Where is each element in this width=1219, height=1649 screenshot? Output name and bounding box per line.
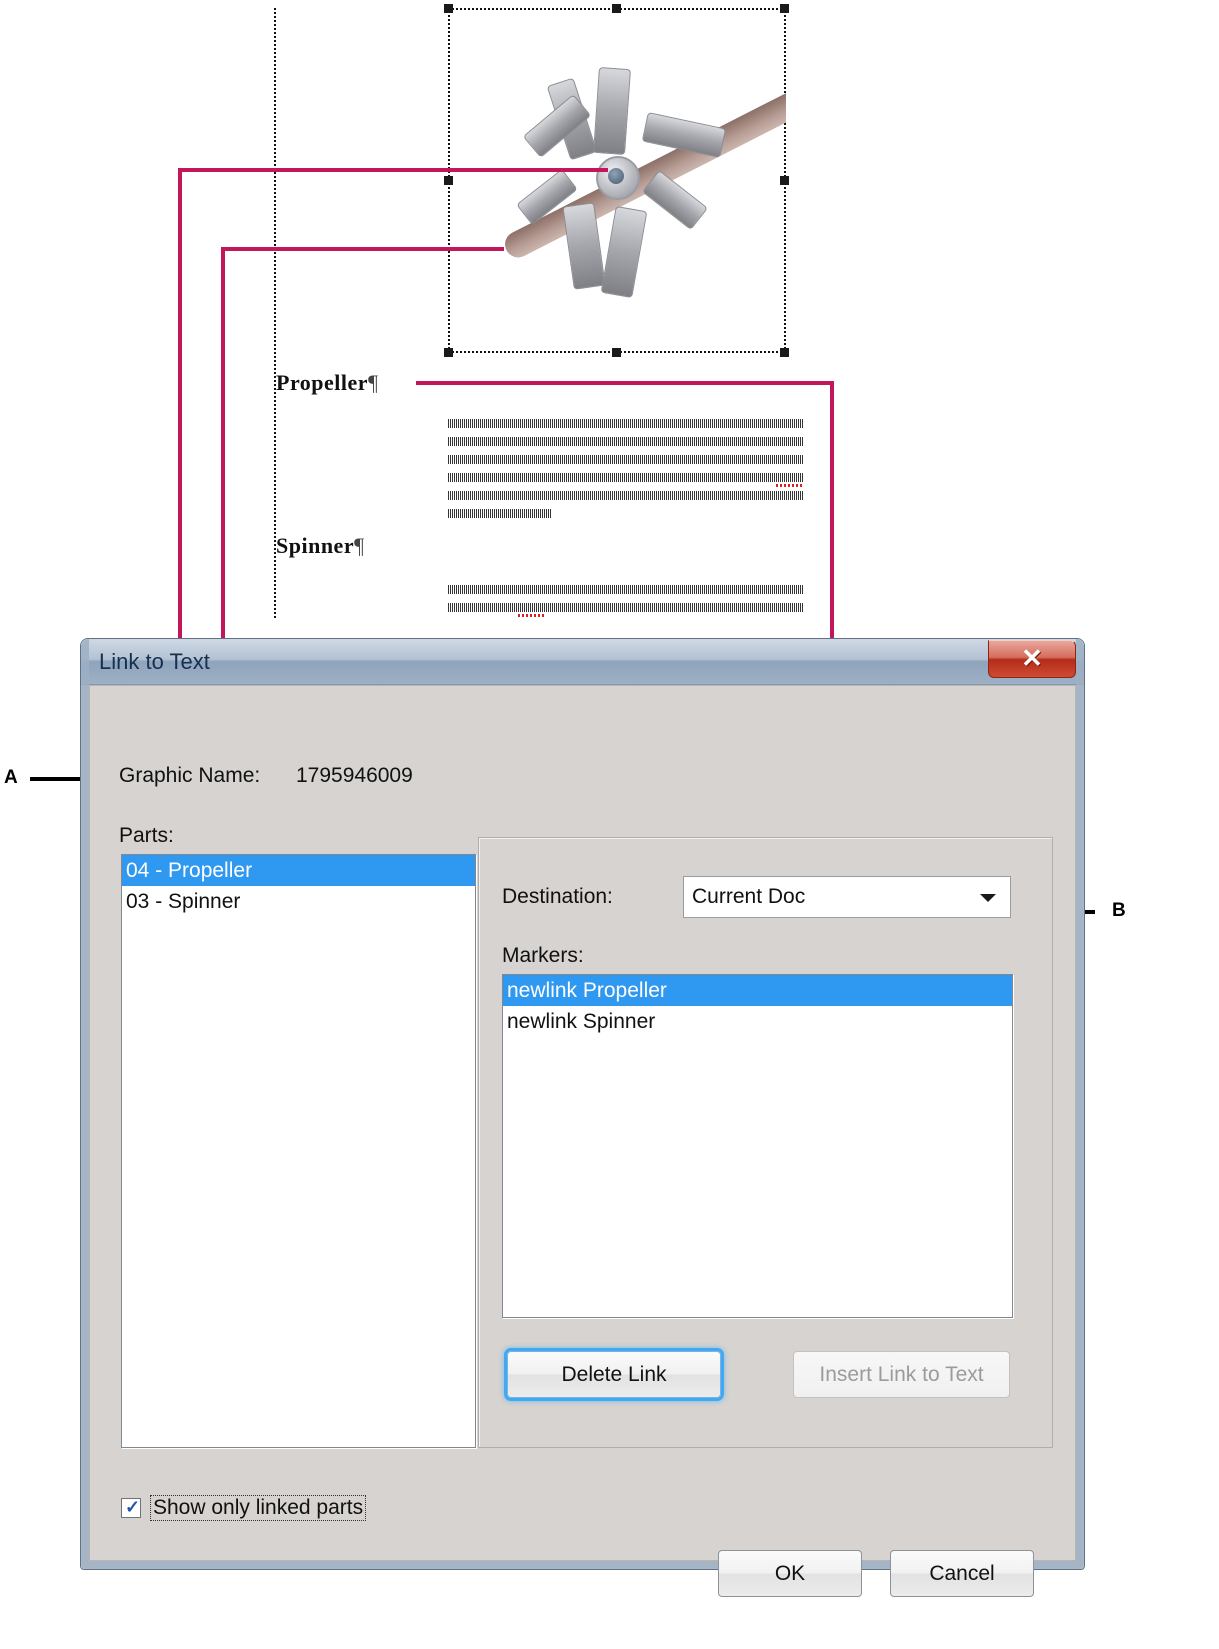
show-only-linked-parts-checkbox[interactable]: ✓ xyxy=(121,1497,141,1518)
cancel-button[interactable]: Cancel xyxy=(890,1550,1034,1597)
selection-handle-e[interactable] xyxy=(780,176,789,185)
insert-link-to-text-button[interactable]: Insert Link to Text xyxy=(793,1351,1010,1398)
heading-propeller: Propeller¶ xyxy=(276,370,379,396)
list-item[interactable]: 04 - Propeller xyxy=(122,855,475,886)
selection-handle-nw[interactable] xyxy=(444,4,453,13)
selection-handle-s[interactable] xyxy=(612,348,621,357)
selection-handle-w[interactable] xyxy=(444,176,453,185)
destination-value: Current Doc xyxy=(692,885,806,908)
body-text-line xyxy=(448,437,804,446)
selection-handle-n[interactable] xyxy=(612,4,621,13)
heading-spinner: Spinner¶ xyxy=(276,533,365,559)
dialog-title: Link to Text xyxy=(99,649,210,674)
propeller-blade-2 xyxy=(500,84,786,262)
selection-handle-se[interactable] xyxy=(780,348,789,357)
callout-letter-a: A xyxy=(4,767,18,788)
pilcrow-icon: ¶ xyxy=(368,370,379,395)
propeller-hub-core xyxy=(608,168,624,184)
delete-link-button[interactable]: Delete Link xyxy=(507,1351,721,1398)
link-to-text-dialog: Link to Text ✕ Graphic Name: 1795946009 … xyxy=(80,638,1085,1597)
markers-label: Markers: xyxy=(502,944,584,967)
propeller-graphic[interactable] xyxy=(448,8,786,353)
list-item[interactable]: newlink Propeller xyxy=(503,975,1012,1006)
text-frame-left-border xyxy=(274,8,276,618)
body-text-line xyxy=(448,491,804,500)
list-item[interactable]: 03 - Spinner xyxy=(122,886,475,917)
selection-handle-ne[interactable] xyxy=(780,4,789,13)
engine-cylinder-6 xyxy=(600,205,648,299)
body-text-line xyxy=(448,585,804,594)
callout-line-marker-h1 xyxy=(416,381,834,385)
graphic-name-label: Graphic Name: xyxy=(119,764,261,787)
close-icon: ✕ xyxy=(1021,644,1043,673)
body-text-line xyxy=(448,455,804,464)
check-icon: ✓ xyxy=(125,1497,141,1517)
list-item[interactable]: newlink Spinner xyxy=(503,1006,1012,1037)
graphic-name-value: 1795946009 xyxy=(296,764,413,787)
selection-handle-sw[interactable] xyxy=(444,348,453,357)
document-page: Propeller¶ Spinner¶ xyxy=(0,0,1219,660)
body-text-line xyxy=(448,603,804,612)
markers-list[interactable]: newlink Propeller newlink Spinner xyxy=(502,974,1013,1318)
show-only-linked-parts-label: Show only linked parts xyxy=(150,1495,367,1521)
dialog-body: Graphic Name: 1795946009 Parts: 04 - Pro… xyxy=(89,685,1076,1597)
body-text-line xyxy=(448,509,552,518)
pilcrow-icon: ¶ xyxy=(354,533,365,558)
callout-letter-b: B xyxy=(1112,900,1126,921)
engine-cylinder-2 xyxy=(593,66,631,156)
body-text-line xyxy=(448,419,804,428)
spelling-error-underline xyxy=(776,484,802,487)
show-only-linked-parts-row[interactable]: ✓ Show only linked parts xyxy=(121,1495,367,1521)
ok-button[interactable]: OK xyxy=(718,1550,862,1597)
parts-list[interactable]: 04 - Propeller 03 - Spinner xyxy=(121,854,476,1448)
body-text-line xyxy=(448,473,804,482)
heading-propeller-text: Propeller xyxy=(276,370,369,395)
heading-spinner-text: Spinner xyxy=(276,533,355,558)
callout-line-spinner-h1 xyxy=(221,247,504,251)
spelling-error-underline xyxy=(518,614,544,617)
chevron-down-icon xyxy=(980,894,996,902)
destination-select[interactable]: Current Doc xyxy=(683,876,1011,918)
destination-label: Destination: xyxy=(502,885,613,908)
callout-line-propeller-h1 xyxy=(178,168,608,172)
dialog-titlebar[interactable]: Link to Text ✕ xyxy=(81,639,1084,685)
parts-label: Parts: xyxy=(119,824,174,847)
close-button[interactable]: ✕ xyxy=(988,640,1076,678)
